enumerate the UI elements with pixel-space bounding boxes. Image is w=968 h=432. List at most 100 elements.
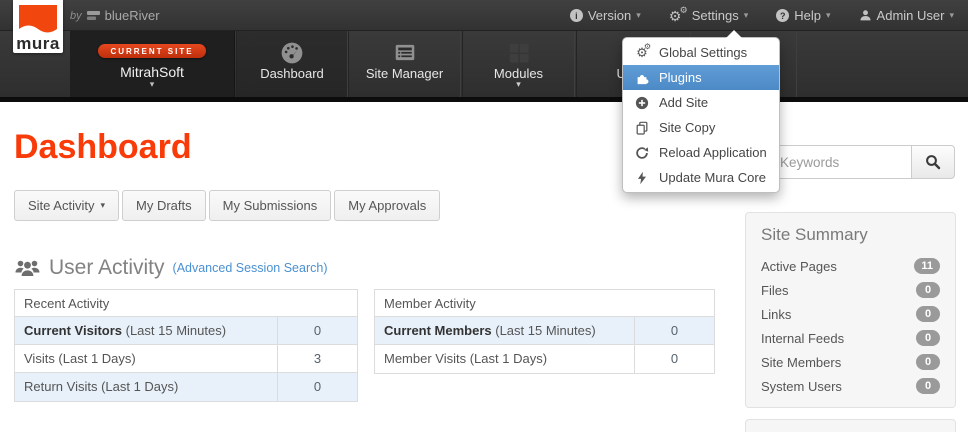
row-label: Visits (Last 1 Days) bbox=[24, 351, 136, 366]
row-value: 0 bbox=[277, 317, 357, 344]
admin-user-menu-label: Admin User bbox=[876, 8, 945, 23]
tab-site-activity[interactable]: Site Activity ▾ bbox=[14, 190, 119, 221]
menu-item-label: Plugins bbox=[659, 70, 702, 85]
summary-label: Internal Feeds bbox=[761, 330, 845, 346]
search-button[interactable] bbox=[911, 145, 955, 179]
settings-menu-label: Settings bbox=[691, 8, 739, 23]
table-row: Current Visitors (Last 15 Minutes) 0 bbox=[15, 317, 357, 345]
count-badge: 0 bbox=[916, 306, 940, 322]
row-value: 3 bbox=[277, 345, 357, 372]
count-badge: 0 bbox=[916, 378, 940, 394]
recent-activity-table: Recent Activity Current Visitors (Last 1… bbox=[14, 289, 358, 402]
row-label: Current Members (Last 15 Minutes) bbox=[384, 323, 596, 338]
question-icon: ? bbox=[776, 9, 790, 22]
table-row: Return Visits (Last 1 Days) 0 bbox=[15, 373, 357, 401]
tab-my-drafts[interactable]: My Drafts bbox=[122, 190, 206, 221]
nav-bottom-strip bbox=[0, 97, 968, 102]
nav-tab-label: Site Manager bbox=[365, 66, 444, 81]
refresh-icon bbox=[634, 146, 650, 160]
mura-logo-mark bbox=[19, 5, 57, 33]
site-manager-icon bbox=[393, 40, 417, 66]
menu-item-global-settings[interactable]: ⚙ ⚙ Global Settings bbox=[623, 40, 779, 65]
byline: by blueRiver bbox=[70, 0, 160, 31]
puzzle-icon bbox=[634, 71, 650, 85]
menu-item-add-site[interactable]: Add Site bbox=[623, 90, 779, 115]
search-icon bbox=[925, 154, 941, 170]
nav-tab-dashboard[interactable]: Dashboard bbox=[236, 31, 348, 97]
help-menu[interactable]: ? Help ▾ bbox=[776, 8, 831, 23]
copy-icon bbox=[634, 121, 650, 135]
info-icon: i bbox=[569, 9, 583, 22]
summary-item-internal-feeds[interactable]: Internal Feeds 0 bbox=[761, 326, 940, 350]
tab-label: My Approvals bbox=[348, 198, 427, 213]
current-site-selector[interactable]: CURRENT SITE MitrahSoft ▾ bbox=[70, 31, 235, 97]
row-value: 0 bbox=[634, 345, 714, 373]
nav-tab-modules[interactable]: Modules ▾ bbox=[462, 31, 575, 97]
tab-my-submissions[interactable]: My Submissions bbox=[208, 190, 332, 221]
tab-label: Site Activity bbox=[28, 198, 95, 213]
plus-circle-icon bbox=[634, 96, 650, 110]
summary-item-links[interactable]: Links 0 bbox=[761, 302, 940, 326]
summary-item-active-pages[interactable]: Active Pages 11 bbox=[761, 254, 940, 278]
menu-item-label: Global Settings bbox=[659, 45, 748, 60]
advanced-session-search-link[interactable]: (Advanced Session Search) bbox=[173, 261, 328, 275]
nav-tab-site-manager[interactable]: Site Manager bbox=[348, 31, 461, 97]
menu-item-plugins[interactable]: Plugins bbox=[623, 65, 779, 90]
nav-separator bbox=[796, 31, 797, 97]
table-row: Current Members (Last 15 Minutes) 0 bbox=[375, 317, 714, 345]
page-title: Dashboard bbox=[14, 128, 192, 166]
summary-label: Links bbox=[761, 306, 792, 322]
summary-label: System Users bbox=[761, 378, 842, 394]
summary-item-system-users[interactable]: System Users 0 bbox=[761, 374, 940, 398]
dashboard-gauge-icon bbox=[280, 40, 304, 66]
tab-my-approvals[interactable]: My Approvals bbox=[334, 190, 441, 221]
menu-item-label: Site Copy bbox=[659, 120, 716, 135]
user-icon bbox=[859, 9, 872, 22]
current-site-badge: CURRENT SITE bbox=[98, 44, 206, 58]
user-activity-section-header: User Activity (Advanced Session Search) bbox=[14, 256, 327, 280]
count-badge: 0 bbox=[916, 330, 940, 346]
byline-prefix: by bbox=[70, 9, 82, 22]
mura-logo-word: mura bbox=[16, 34, 60, 53]
blueriver-logo-icon bbox=[86, 10, 100, 21]
settings-menu[interactable]: ⚙ ⚙ Settings ▾ bbox=[668, 4, 749, 24]
search-input[interactable] bbox=[769, 145, 911, 179]
table-header: Recent Activity bbox=[15, 290, 357, 317]
dashboard-filter-tabs: Site Activity ▾ My Drafts My Submissions… bbox=[14, 190, 441, 221]
chevron-down-icon: ▾ bbox=[100, 200, 105, 210]
count-badge: 11 bbox=[914, 258, 940, 274]
table-row: Member Visits (Last 1 Days) 0 bbox=[375, 345, 714, 373]
summary-label: Files bbox=[761, 282, 789, 298]
users-group-icon bbox=[14, 257, 41, 279]
nav-tab-label: Dashboard bbox=[260, 66, 324, 81]
admin-user-menu[interactable]: Admin User ▾ bbox=[859, 8, 954, 23]
row-value: 0 bbox=[634, 317, 714, 344]
main-nav: CURRENT SITE MitrahSoft ▾ Dashboard Site… bbox=[0, 31, 968, 97]
current-site-name: MitrahSoft bbox=[120, 64, 184, 80]
dropdown-arrow bbox=[726, 30, 742, 38]
gears-icon: ⚙ ⚙ bbox=[636, 42, 651, 60]
help-menu-label: Help bbox=[794, 8, 822, 23]
mura-logo[interactable]: mura bbox=[13, 0, 63, 53]
row-label: Return Visits (Last 1 Days) bbox=[24, 379, 179, 394]
gears-icon: ⚙ ⚙ bbox=[668, 4, 688, 24]
top-bar: by blueRiver i Version ▾ ⚙ ⚙ Settings ▾ ?… bbox=[0, 0, 968, 31]
menu-item-reload-application[interactable]: Reload Application bbox=[623, 140, 779, 165]
mura-admin-screen: by blueRiver i Version ▾ ⚙ ⚙ Settings ▾ ?… bbox=[0, 0, 968, 432]
byline-brand: blueRiver bbox=[104, 8, 160, 23]
menu-item-site-copy[interactable]: Site Copy bbox=[623, 115, 779, 140]
summary-label: Site Members bbox=[761, 354, 842, 370]
chevron-down-icon: ▾ bbox=[743, 10, 749, 20]
version-menu-label: Version bbox=[587, 8, 632, 23]
tab-label: My Submissions bbox=[222, 198, 318, 213]
table-row: Visits (Last 1 Days) 3 bbox=[15, 345, 357, 373]
summary-item-site-members[interactable]: Site Members 0 bbox=[761, 350, 940, 374]
section-title: User Activity bbox=[49, 256, 165, 279]
row-value: 0 bbox=[277, 373, 357, 401]
menu-item-update-mura-core[interactable]: Update Mura Core bbox=[623, 165, 779, 190]
chevron-down-icon: ▾ bbox=[949, 10, 954, 20]
summary-item-files[interactable]: Files 0 bbox=[761, 278, 940, 302]
version-menu[interactable]: i Version ▾ bbox=[569, 8, 641, 23]
count-badge: 0 bbox=[916, 354, 940, 370]
site-summary-panel: Site Summary Active Pages 11 Files 0 Lin… bbox=[745, 212, 956, 408]
